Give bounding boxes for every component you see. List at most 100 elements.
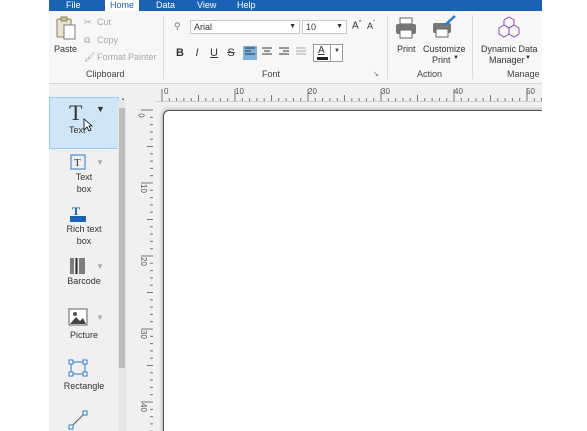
text-box-label-2: box: [76, 184, 92, 194]
font-family-select[interactable]: Arial ▼: [190, 20, 300, 34]
font-size-select[interactable]: 10 ▼: [302, 20, 347, 34]
chevron-down-icon: ▼: [289, 23, 296, 30]
line-tool[interactable]: [49, 409, 119, 431]
app-window: File Home Data View Help Paste ✂ Cut ⧉ C…: [49, 0, 542, 431]
ruler-label: 30: [381, 87, 390, 96]
group-separator: [472, 15, 473, 79]
cubes-icon: [498, 16, 520, 38]
cut-icon: ✂: [84, 17, 92, 27]
menu-help[interactable]: Help: [237, 0, 256, 11]
grow-font-icon[interactable]: A^: [352, 20, 362, 31]
paste-label: Paste: [54, 44, 78, 54]
paste-icon: [56, 16, 76, 40]
menu-home[interactable]: Home: [105, 0, 140, 11]
copy-icon: ⧉: [84, 35, 91, 45]
chevron-down-icon[interactable]: ▼: [96, 262, 104, 271]
toolbox-panel: ▲ T ▼ Text T Text box ▼ T Rich text box: [49, 84, 129, 431]
print-button[interactable]: [395, 17, 417, 41]
align-left-button[interactable]: [243, 46, 257, 60]
justify-icon: [296, 47, 306, 55]
customize-print-label: Print: [432, 55, 451, 65]
clipboard-group-label: Clipboard: [86, 69, 125, 79]
horizontal-ruler: 0 10 20 30 40 50: [156, 87, 542, 102]
underline-button[interactable]: U: [207, 46, 221, 60]
text-box-tool[interactable]: T Text box: [49, 152, 119, 200]
action-group-label: Action: [417, 69, 443, 79]
barcode-tool[interactable]: Barcode: [49, 256, 119, 296]
chevron-down-icon: ▼: [96, 104, 105, 114]
justify-button[interactable]: [294, 46, 308, 60]
ruler-label: 10: [235, 87, 244, 96]
rich-text-icon: T: [70, 205, 86, 222]
vertical-ruler: 0 10 20 30 40: [136, 101, 153, 431]
menu-data[interactable]: Data: [156, 0, 175, 11]
manage-group-label: Manage: [507, 69, 540, 79]
chevron-down-icon: ▼: [525, 55, 531, 61]
ruler-ticks: [161, 89, 542, 101]
customize-label: Customize: [423, 44, 466, 54]
manager-label: Manager: [489, 55, 525, 65]
chevron-down-icon: ▼: [453, 55, 459, 61]
copy-button[interactable]: Copy: [97, 35, 118, 45]
ruler-label: 20: [308, 87, 317, 96]
text-box-label-1: Text: [75, 172, 93, 182]
print-label: Print: [397, 44, 416, 54]
rectangle-tool[interactable]: Rectangle: [49, 358, 119, 398]
scrollbar-thumb[interactable]: [119, 108, 125, 368]
dialog-launcher-icon[interactable]: ↘: [373, 70, 379, 78]
text-icon: T: [69, 100, 83, 125]
format-painter-button[interactable]: Format Painter: [97, 52, 157, 62]
ruler-label: 0: [164, 87, 169, 96]
font-family-value: Arial: [194, 22, 213, 32]
toolbox-scrollbar[interactable]: [118, 100, 126, 431]
picture-label: Picture: [69, 330, 98, 340]
label-design-canvas[interactable]: [163, 110, 542, 431]
cursor-icon: [83, 118, 93, 132]
font-color-letter: A: [318, 45, 325, 56]
font-group-label: Font: [262, 69, 281, 79]
ribbon: Paste ✂ Cut ⧉ Copy 🖌 Format Painter Clip…: [49, 11, 542, 84]
rich-text-box-tool[interactable]: T Rich text box: [49, 204, 119, 252]
dynamic-data-label: Dynamic Data: [481, 44, 538, 54]
svg-text:T: T: [74, 157, 81, 169]
ruler-label: 50: [526, 87, 535, 96]
chevron-down-icon: ▼: [334, 48, 340, 54]
chevron-down-icon: ▼: [336, 23, 343, 30]
dynamic-data-manager-button[interactable]: [498, 16, 520, 40]
picture-tool[interactable]: Picture: [49, 307, 119, 347]
strikethrough-button[interactable]: S: [224, 46, 238, 60]
ruler-label: 40: [454, 87, 463, 96]
chevron-down-icon[interactable]: ▼: [96, 158, 104, 167]
customize-print-icon: [433, 15, 456, 38]
font-search-icon: ⚲: [174, 21, 181, 31]
ruler-label: 20: [138, 257, 148, 266]
barcode-icon: [70, 258, 85, 274]
rich-text-label-1: Rich text: [66, 224, 102, 234]
italic-button[interactable]: I: [190, 46, 204, 60]
rectangle-label: Rectangle: [63, 381, 105, 391]
cut-button[interactable]: Cut: [97, 17, 111, 27]
align-left-icon: [245, 47, 255, 55]
shrink-font-icon[interactable]: Aˇ: [367, 21, 375, 31]
ruler-label: 0: [136, 113, 146, 118]
menu-view[interactable]: View: [197, 0, 216, 11]
bold-button[interactable]: B: [173, 46, 187, 60]
rectangle-icon: [68, 359, 88, 377]
text-tool[interactable]: T ▼ Text: [49, 97, 119, 149]
font-color-button[interactable]: A ▼: [313, 44, 343, 62]
align-center-button[interactable]: [260, 46, 274, 60]
line-icon: [68, 410, 88, 430]
menu-bar: File Home Data View Help: [49, 0, 542, 11]
ruler-label: 10: [138, 184, 148, 193]
rich-text-label-2: box: [76, 236, 92, 246]
paste-button[interactable]: [55, 16, 77, 42]
text-box-icon: T: [70, 154, 86, 170]
chevron-down-icon[interactable]: ▼: [96, 313, 104, 322]
picture-icon: [68, 308, 88, 326]
align-right-button[interactable]: [277, 46, 291, 60]
menu-file[interactable]: File: [66, 0, 81, 11]
customize-print-button[interactable]: [431, 15, 457, 41]
barcode-label: Barcode: [67, 276, 101, 286]
align-right-icon: [279, 47, 289, 55]
align-center-icon: [262, 47, 272, 55]
